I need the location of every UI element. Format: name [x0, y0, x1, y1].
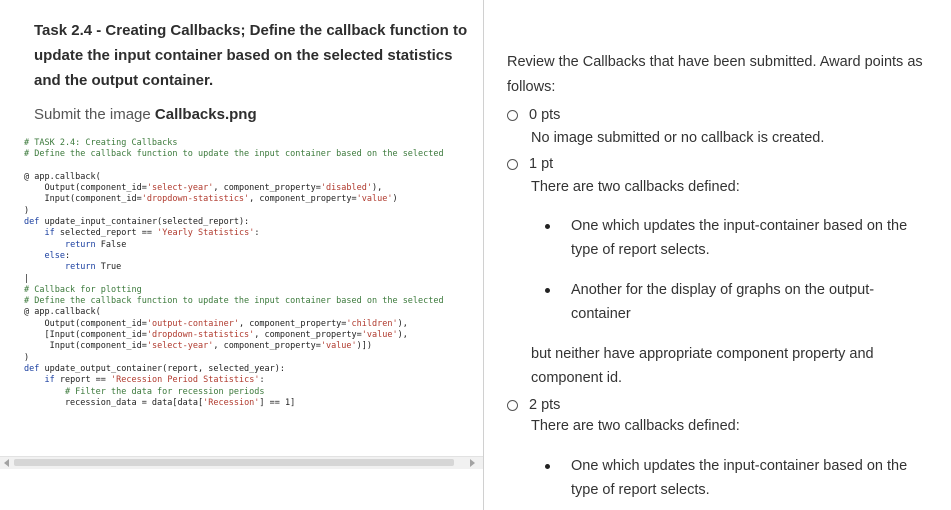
task-title: Task 2.4 - Creating Callbacks; Define th… [34, 22, 468, 89]
option-label: 2 pts [529, 397, 561, 413]
code-line: @ app.callback( [24, 307, 101, 318]
code-line: # Define the callback function to update… [24, 149, 444, 160]
rubric-intro: Review the Callbacks that have been subm… [507, 54, 923, 95]
code-line: else: [44, 250, 71, 261]
option-2-pts[interactable]: 2 pts [507, 397, 560, 413]
option-1-pt[interactable]: 1 pt [507, 156, 553, 172]
code-line: Output(component_id='output-container', … [24, 318, 408, 329]
code-line: Output(component_id='select-year', compo… [24, 183, 383, 194]
code-block: # TASK 2.4: Creating Callbacks # Define … [24, 138, 474, 409]
code-line: return True [64, 262, 122, 273]
code-line: # Define the callback function to update… [24, 296, 444, 307]
horizontal-scrollbar[interactable] [0, 456, 483, 469]
option-0-pts[interactable]: 0 pts [507, 107, 560, 123]
option-2-desc: There are two callbacks defined: [531, 418, 740, 434]
code-line: ) [24, 205, 30, 216]
code-line: # Filter the data for recession periods [24, 386, 265, 397]
code-line: [Input(component_id='dropdown-statistics… [24, 330, 408, 341]
code-line: | [24, 273, 30, 284]
task-panel: Task 2.4 - Creating Callbacks; Define th… [0, 0, 483, 510]
code-line: Input(component_id='dropdown-statistics'… [24, 194, 398, 205]
code-line: return False [64, 239, 127, 250]
option-1-after: but neither have appropriate component p… [531, 346, 874, 386]
radio-0-pts[interactable] [507, 109, 518, 121]
code-line: @ app.callback( [24, 171, 101, 182]
submit-filename: Callbacks.png [154, 106, 257, 123]
option-label: 0 pts [529, 107, 561, 123]
code-line: if report == 'Recession Period Statistic… [44, 375, 265, 386]
option-1-bullet-1: One which updates the input-container ba… [545, 214, 931, 262]
option-1-desc: There are two callbacks defined: [531, 179, 740, 195]
code-line: # Callback for plotting [24, 284, 142, 295]
radio-2-pts[interactable] [507, 399, 518, 411]
code-line: # TASK 2.4: Creating Callbacks [24, 138, 178, 148]
submit-prefix: Submit the image [34, 106, 155, 123]
scrollbar-thumb[interactable] [14, 459, 454, 466]
option-1-bullet-2: Another for the display of graphs on the… [545, 278, 931, 326]
option-label: 1 pt [529, 156, 554, 172]
code-line: ) [24, 352, 30, 363]
panel-divider [483, 0, 484, 510]
option-2-bullet-1: One which updates the input-container ba… [545, 454, 931, 502]
code-line: if selected_report == 'Yearly Statistics… [44, 228, 260, 239]
code-line: recession_data = data[data['Recession'] … [24, 397, 296, 408]
scroll-right-arrow-icon[interactable] [470, 459, 475, 467]
radio-1-pt[interactable] [507, 158, 518, 170]
code-line: def update_input_container(selected_repo… [24, 217, 250, 228]
code-line: Input(component_id='select-year', compon… [24, 341, 373, 352]
code-line: def update_output_container(report, sele… [24, 363, 285, 374]
scroll-left-arrow-icon[interactable] [4, 459, 9, 467]
code-screenshot: # TASK 2.4: Creating Callbacks # Define … [24, 138, 474, 456]
submit-instruction: Submit the image Callbacks.png [34, 106, 257, 123]
option-0-desc: No image submitted or no callback is cre… [531, 130, 825, 146]
